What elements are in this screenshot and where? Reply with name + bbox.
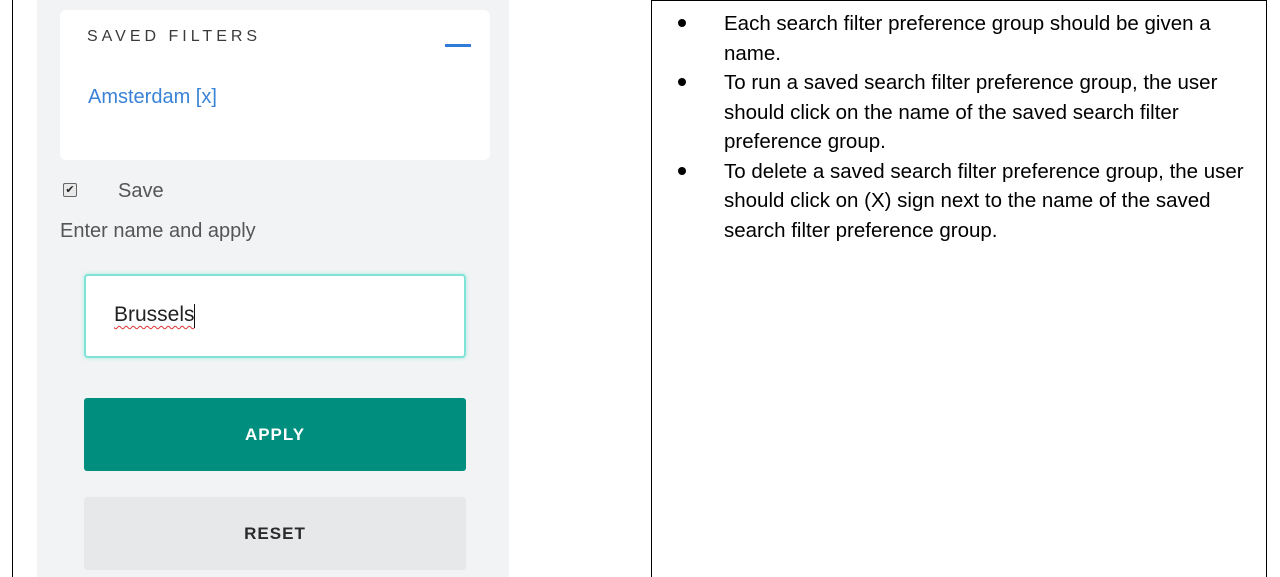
reset-button[interactable]: RESET xyxy=(84,497,466,570)
filter-name-input[interactable]: Brussels xyxy=(84,274,466,358)
document-table: SAVED FILTERS Amsterdam [x] ✔ Save Enter… xyxy=(0,0,1280,577)
notes-list: Each search filter preference group shou… xyxy=(674,9,1264,245)
enter-name-label: Enter name and apply xyxy=(60,220,256,242)
screenshot-cell: SAVED FILTERS Amsterdam [x] ✔ Save Enter… xyxy=(13,0,651,577)
notes-cell: Each search filter preference group shou… xyxy=(652,1,1266,577)
bullet-icon xyxy=(678,19,686,27)
bullet-icon xyxy=(678,78,686,86)
saved-filters-title: SAVED FILTERS xyxy=(87,28,262,45)
list-item-text: To delete a saved search filter preferen… xyxy=(724,159,1244,242)
list-item: To run a saved search filter preference … xyxy=(674,68,1264,157)
text-caret xyxy=(194,304,195,328)
list-item-text: To run a saved search filter preference … xyxy=(724,71,1218,153)
save-checkbox[interactable]: ✔ xyxy=(63,183,77,197)
list-item: Each search filter preference group shou… xyxy=(674,9,1264,68)
minus-icon[interactable] xyxy=(445,44,471,47)
save-checkbox-label: Save xyxy=(118,180,164,202)
filter-sidebar: SAVED FILTERS Amsterdam [x] ✔ Save Enter… xyxy=(37,0,509,577)
list-item: To delete a saved search filter preferen… xyxy=(674,157,1264,246)
bullet-icon xyxy=(678,166,686,175)
apply-button[interactable]: APPLY xyxy=(84,398,466,471)
list-item-text: Each search filter preference group shou… xyxy=(724,12,1211,65)
filter-name-value: Brussels xyxy=(114,303,195,326)
table-border-right xyxy=(1266,0,1267,577)
saved-filter-item[interactable]: Amsterdam [x] xyxy=(88,86,217,109)
